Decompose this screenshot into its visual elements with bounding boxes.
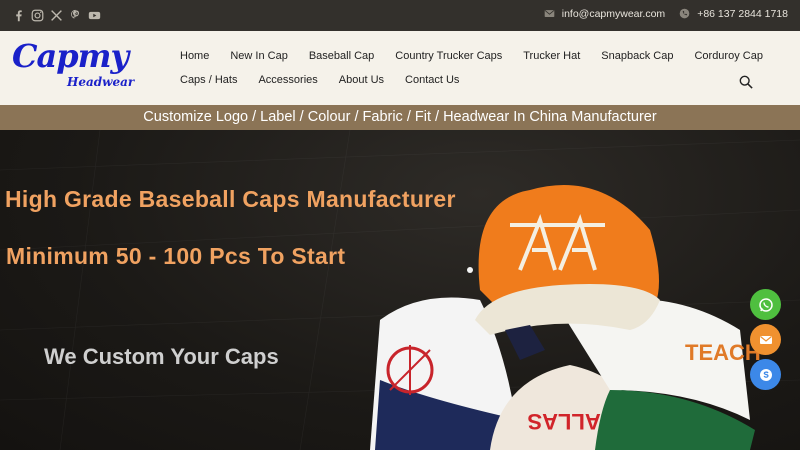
- youtube-icon[interactable]: [88, 8, 101, 22]
- nav-home[interactable]: Home: [180, 50, 209, 62]
- hero-subheadline: Minimum 50 - 100 Pcs To Start: [6, 243, 346, 269]
- nav-caps-hats[interactable]: Caps / Hats: [180, 74, 237, 86]
- nav-row-2: Caps / Hats Accessories About Us Contact…: [180, 74, 480, 86]
- skype-icon: [759, 368, 772, 381]
- skype-button[interactable]: [750, 359, 781, 390]
- pinterest-icon[interactable]: [69, 8, 82, 22]
- social-links: [12, 8, 101, 22]
- instagram-icon[interactable]: [31, 8, 44, 22]
- contact-email[interactable]: info@capmywear.com: [562, 8, 665, 20]
- tagline-strip: Customize Logo / Label / Colour / Fabric…: [0, 105, 800, 130]
- whatsapp-icon: [758, 297, 773, 312]
- nav-accessories[interactable]: Accessories: [258, 74, 317, 86]
- nav-new-in-cap[interactable]: New In Cap: [230, 50, 287, 62]
- nav-baseball-cap[interactable]: Baseball Cap: [309, 50, 374, 62]
- whatsapp-button[interactable]: [750, 289, 781, 320]
- nav-snapback-cap[interactable]: Snapback Cap: [601, 50, 673, 62]
- logo-sub-text: Headwear: [67, 75, 135, 89]
- logo[interactable]: Capmy Headwear: [12, 37, 135, 95]
- nav-trucker-hat[interactable]: Trucker Hat: [523, 50, 580, 62]
- site-header: Capmy Headwear Home New In Cap Baseball …: [0, 31, 800, 105]
- contact-phone[interactable]: +86 137 2844 1718: [697, 8, 788, 20]
- email-icon: [759, 335, 772, 344]
- x-icon[interactable]: [50, 8, 63, 22]
- contact-info: info@capmywear.com +86 137 2844 1718: [544, 8, 788, 20]
- top-bar: info@capmywear.com +86 137 2844 1718: [0, 0, 800, 31]
- facebook-icon[interactable]: [12, 8, 25, 22]
- logo-main-text: Capmy: [12, 37, 129, 75]
- hero-banner[interactable]: High Grade Baseball Caps Manufacturer Mi…: [0, 130, 800, 450]
- search-icon[interactable]: [739, 75, 753, 89]
- email-button[interactable]: [750, 324, 781, 355]
- cap-right-text: TEACH: [685, 340, 761, 365]
- nav-corduroy-cap[interactable]: Corduroy Cap: [694, 50, 762, 62]
- caps-illustration: DALLAS TEACH: [370, 185, 761, 450]
- nav-country-trucker-caps[interactable]: Country Trucker Caps: [395, 50, 502, 62]
- nav-row-1: Home New In Cap Baseball Cap Country Tru…: [180, 50, 784, 62]
- hero-tagline: We Custom Your Caps: [44, 344, 279, 369]
- nav-contact-us[interactable]: Contact Us: [405, 74, 459, 86]
- cap-top-image: [467, 185, 660, 335]
- email-icon: [544, 8, 556, 20]
- nav-about-us[interactable]: About Us: [339, 74, 384, 86]
- phone-icon: [679, 8, 691, 20]
